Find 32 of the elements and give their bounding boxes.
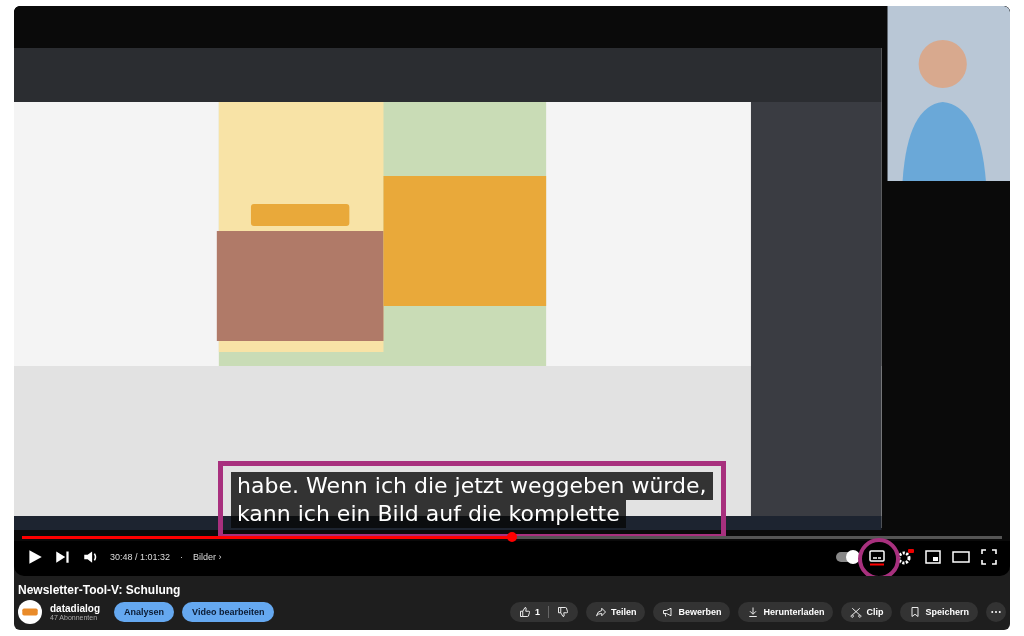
action-button[interactable]: Bewerben [653,602,731,622]
bookmark-icon [909,606,922,618]
subtitles-icon[interactable] [868,548,886,566]
action-button[interactable]: Clip [841,602,893,622]
owner-button[interactable]: Video bearbeiten [182,602,275,622]
thumbs-up-icon [519,606,532,618]
action-button[interactable]: Speichern [900,602,978,622]
autoplay-toggle[interactable] [836,552,858,562]
time-display: 30:48 / 1:01:32 [110,552,171,562]
highlight-circle [858,538,900,576]
separator-dot: · [180,552,184,562]
channel-name[interactable]: datadialog [50,603,100,614]
theater-icon[interactable] [952,548,970,566]
channel-avatar[interactable] [18,600,42,624]
scissors-icon [850,606,863,618]
dislike-icon[interactable] [557,606,570,618]
megaphone-icon [662,606,675,618]
more-button[interactable] [986,602,1006,622]
progress-track[interactable] [22,535,1002,539]
chapter-link[interactable]: Bilder › [193,552,222,562]
action-button[interactable]: Herunterladen [738,602,834,622]
action-button[interactable]: Teilen [586,602,646,622]
play-icon[interactable] [26,548,44,566]
fullscreen-icon[interactable] [980,548,998,566]
miniplayer-icon[interactable] [924,548,942,566]
video-title: Newsletter-Tool-V: Schulung [17,582,182,599]
share-icon [595,606,608,618]
progress-handle[interactable] [507,531,517,542]
owner-button[interactable]: Analysen [114,602,175,622]
next-icon[interactable] [54,548,72,566]
download-icon [747,606,760,618]
like-button[interactable]: 1 [519,606,541,618]
